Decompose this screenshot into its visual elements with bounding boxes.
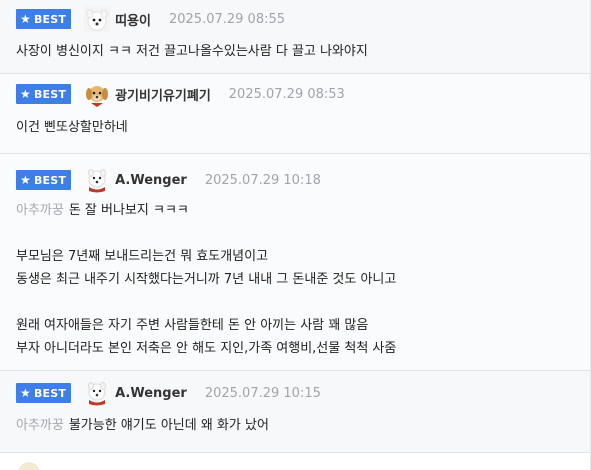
comment-header: ★ BEST 광기비기유기폐기 2025.07.29 08:53 xyxy=(16,81,590,107)
comment-line: 아추까꿍 불가능한 얘기도 아닌데 왜 화가 났어 xyxy=(16,418,269,433)
white-dog-red-scarf-avatar-icon[interactable] xyxy=(84,380,110,406)
comment-line: 원래 여자애들은 자기 주변 사람들한테 돈 안 아끼는 사람 꽤 많음 xyxy=(16,318,369,333)
comment-header: ★ BEST A.Wenger 2025.07.29 10:18 xyxy=(16,167,590,193)
comment-date: 2025.07.29 08:55 xyxy=(168,11,286,27)
star-icon: ★ xyxy=(20,173,31,187)
golden-puppy-avatar-icon[interactable] xyxy=(84,81,110,107)
nickname[interactable]: 광기비기유기폐기 xyxy=(115,85,211,104)
comment-line: 이건 삔또상할만하네 xyxy=(16,120,128,135)
star-icon: ★ xyxy=(20,386,31,400)
best-badge: ★ BEST xyxy=(16,9,72,29)
white-dog-red-scarf-avatar-icon[interactable] xyxy=(84,167,110,193)
comment-line: 동생은 최근 내주기 시작했다는거니까 7년 내내 그 돈내준 것도 아니고 xyxy=(16,272,397,287)
best-badge: ★ BEST xyxy=(16,84,72,104)
nickname[interactable]: A.Wenger xyxy=(115,173,187,188)
comment-line: 부모님은 7년째 보내드리는건 뭐 효도개념이고 xyxy=(16,249,269,264)
comment-header: ★ BEST A.Wenger 2025.07.29 10:15 xyxy=(16,380,590,406)
nickname[interactable]: 띠용이 xyxy=(115,10,151,29)
best-badge: ★ BEST xyxy=(16,383,72,403)
comment-line: 사장이 병신이지 ㅋㅋ 저건 끌고나올수있는사람 다 끌고 나와야지 xyxy=(16,44,368,59)
comment-body: 아추까꿍 돈 잘 버나보지 ㅋㅋㅋ 부모님은 7년째 보내드리는건 뭐 효도개념이… xyxy=(16,199,590,360)
best-badge: ★ BEST xyxy=(16,170,72,190)
comment-item: ★ BEST A.Wenger 2025.07.29 10:18 아추까꿍 돈 잘 … xyxy=(0,154,590,371)
comment-body: 아추까꿍 불가능한 얘기도 아닌데 왜 화가 났어 xyxy=(16,414,590,437)
comment-line: 아추까꿍 돈 잘 버나보지 ㅋㅋㅋ xyxy=(16,203,189,218)
comment-date: 2025.07.29 08:53 xyxy=(228,86,345,102)
comment-body: 사장이 병신이지 ㅋㅋ 저건 끌고나올수있는사람 다 끌고 나와야지 xyxy=(16,40,590,63)
comment-body: 이건 삔또상할만하네 xyxy=(16,116,590,139)
mention-nickname[interactable]: 아추까꿍 xyxy=(16,418,64,433)
comment-item: ★ BEST 광기비기유기폐기 2025.07.29 08:53 이건 삔또상할만… xyxy=(0,74,590,154)
white-dog-avatar-icon[interactable] xyxy=(84,6,111,32)
comment-item: ★ BEST 띠용이 2025.07.29 08:55 사장이 병신이지 ㅋㅋ 저… xyxy=(0,0,590,74)
mention-nickname[interactable]: 아추까꿍 xyxy=(16,203,64,218)
star-icon: ★ xyxy=(20,12,31,26)
comment-date: 2025.07.29 10:18 xyxy=(204,172,321,188)
comment-header: ★ BEST 띠용이 2025.07.29 08:55 xyxy=(16,6,590,32)
comment-date: 2025.07.29 10:15 xyxy=(204,385,321,401)
comment-item: ★ BEST A.Wenger 2025.07.29 10:15 아추까꿍 불가능한… xyxy=(0,371,590,453)
comment-list: ★ BEST 띠용이 2025.07.29 08:55 사장이 병신이지 ㅋㅋ 저… xyxy=(0,0,591,470)
comment-line: 부자 아니더라도 본인 저축은 안 해도 지인,가족 여행비,선물 척척 사줌 xyxy=(16,341,397,356)
star-icon: ★ xyxy=(20,87,31,101)
next-comment-avatar-icon xyxy=(18,462,40,470)
nickname[interactable]: A.Wenger xyxy=(115,386,187,401)
